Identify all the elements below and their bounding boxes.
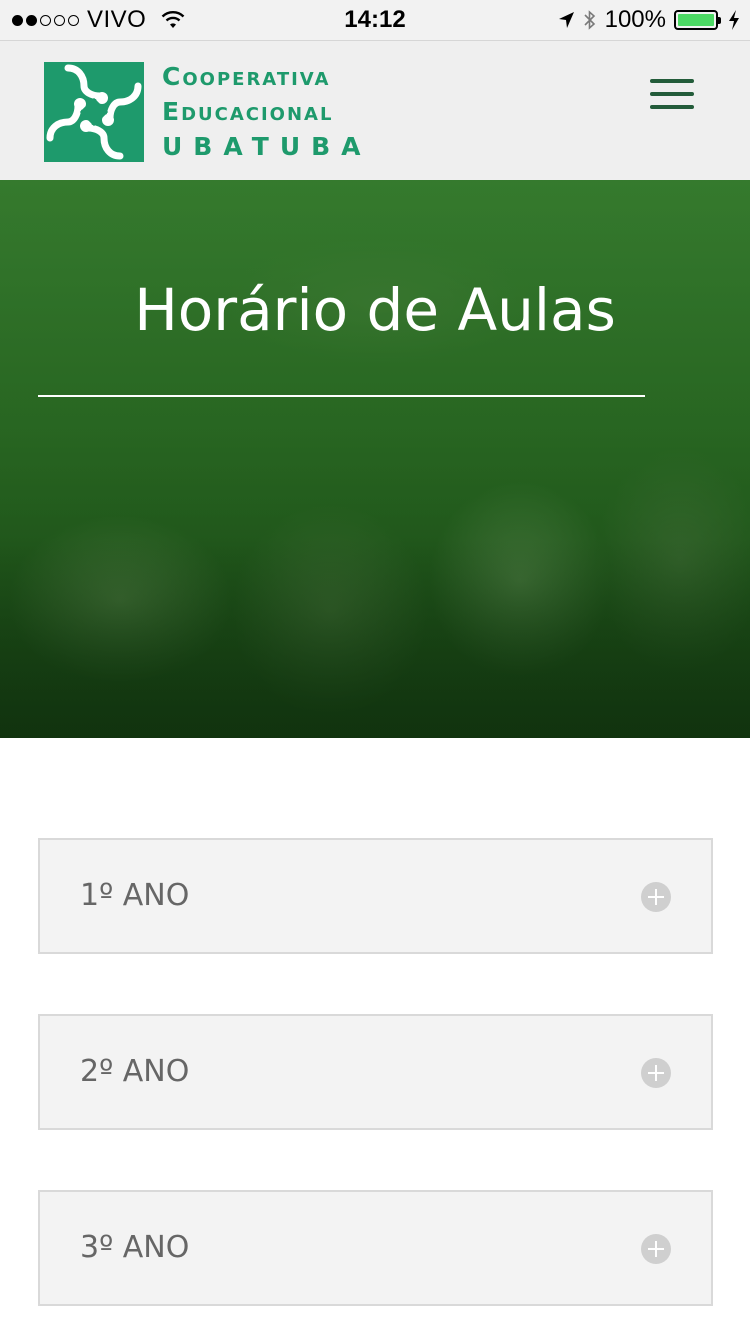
logo-line-1: Cooperativa (162, 62, 331, 91)
schedule-accordion: 1º ANO 2º ANO 3º ANO (38, 838, 713, 1334)
plus-circle-icon[interactable] (641, 1058, 671, 1088)
menu-bar (650, 105, 694, 109)
logo-wordmark: Cooperativa Educacional UBATUBA (162, 59, 372, 164)
battery-percent: 100% (604, 6, 666, 33)
plus-circle-icon[interactable] (641, 882, 671, 912)
charging-bolt-icon (729, 10, 739, 30)
hero-shade (0, 538, 750, 738)
accordion-label: 3º ANO (80, 1230, 190, 1265)
logo-line-3: UBATUBA (162, 132, 372, 161)
battery-level-fill (678, 14, 714, 26)
hamburger-menu-icon[interactable] (650, 79, 694, 113)
accordion-label: 1º ANO (80, 878, 190, 913)
menu-bar (650, 79, 694, 83)
page-title: Horário de Aulas (134, 276, 616, 344)
accordion-item-2-ano[interactable]: 2º ANO (38, 1014, 713, 1130)
bluetooth-icon (584, 10, 595, 30)
logo-line-2: Educacional (162, 97, 334, 126)
accordion-label: 2º ANO (80, 1054, 190, 1089)
battery-icon (674, 10, 721, 30)
menu-bar (650, 92, 694, 96)
accordion-item-3-ano[interactable]: 3º ANO (38, 1190, 713, 1306)
title-divider (38, 395, 645, 397)
plus-circle-icon[interactable] (641, 1234, 671, 1264)
hero-banner: Horário de Aulas (0, 180, 750, 738)
status-right: 100% (557, 6, 740, 34)
status-bar: VIVO 14:12 100% (0, 0, 750, 40)
site-header: Cooperativa Educacional UBATUBA (0, 40, 750, 180)
site-logo[interactable]: Cooperativa Educacional UBATUBA (44, 59, 372, 164)
cooperative-hands-logo-icon (44, 61, 144, 162)
accordion-item-1-ano[interactable]: 1º ANO (38, 838, 713, 954)
location-arrow-icon (558, 12, 574, 28)
